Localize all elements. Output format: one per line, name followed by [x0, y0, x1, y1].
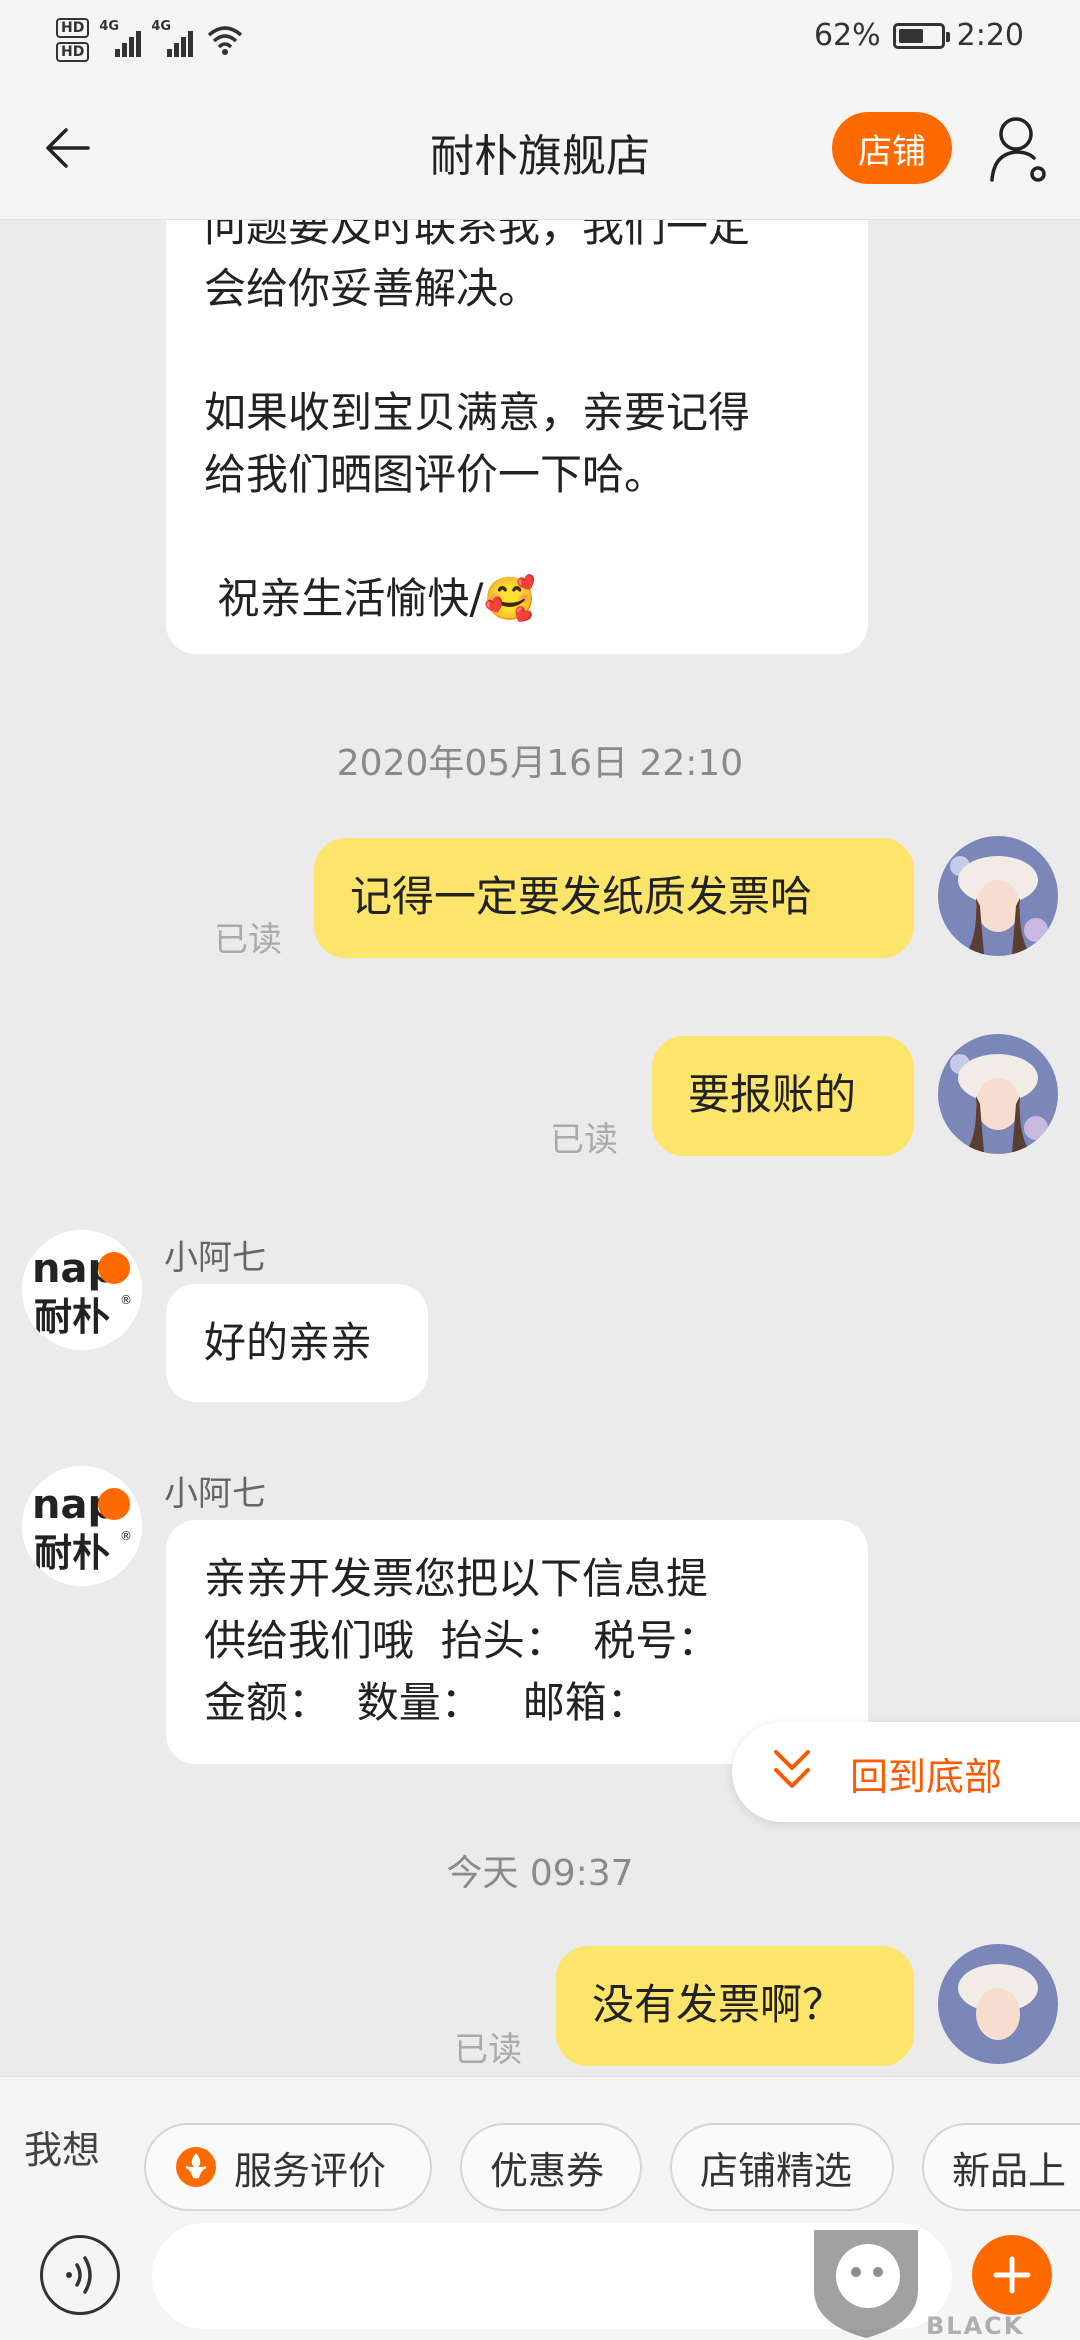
battery-icon — [892, 22, 950, 49]
network-type-1: 4G — [99, 19, 120, 34]
logo-cn-text: 耐朴 — [34, 1295, 110, 1339]
chip-new-arrivals[interactable]: 新品上 — [922, 2123, 1080, 2211]
clock: 2:20 — [956, 18, 1024, 53]
message-bubble-mine: 记得一定要发纸质发票哈 — [314, 838, 914, 958]
avatar-photo — [938, 836, 1058, 956]
wifi-icon — [208, 26, 243, 55]
chip-coupons[interactable]: 优惠券 — [460, 2123, 642, 2211]
chip-store-picks[interactable]: 店铺精选 — [670, 2123, 894, 2211]
back-to-bottom-label: 回到底部 — [850, 1755, 1003, 1799]
user-avatar[interactable] — [938, 1944, 1058, 2064]
hd-badge-2: HD — [56, 42, 90, 62]
chip-label: 店铺精选 — [700, 2148, 853, 2193]
sender-name: 小阿七 — [164, 1238, 266, 1278]
message-text: 问题要及时联系我，我们一定 会给你妥善解决。 如果收到宝贝满意，亲要记得 给我们… — [204, 220, 751, 623]
shop-logo-icon: nap 耐朴 ® — [22, 1466, 142, 1586]
battery-level — [898, 28, 924, 43]
shop-avatar[interactable]: nap 耐朴 ® — [22, 1230, 142, 1350]
message-text: 要报账的 — [688, 1070, 857, 1119]
signal-1-icon: 4G — [99, 19, 142, 57]
quick-actions: 我想 服务评价 优惠券 店铺精选 新品上 — [0, 2099, 1080, 2211]
logo-mark: ® — [120, 1529, 132, 1543]
shop-logo-icon: nap 耐朴 ® — [22, 1230, 142, 1350]
watermark-text: BLACK CAT — [926, 2312, 1025, 2340]
chip-service-review[interactable]: 服务评价 — [144, 2123, 432, 2211]
message-bubble-shop: 问题要及时联系我，我们一定 会给你妥善解决。 如果收到宝贝满意，亲要记得 给我们… — [166, 220, 868, 654]
voice-icon — [66, 2256, 92, 2294]
status-left: HD HD 4G 4G — [56, 18, 245, 62]
battery-percent: 62% — [813, 18, 881, 53]
read-status: 已读 — [454, 2030, 522, 2070]
chip-label: 新品上 — [952, 2148, 1067, 2193]
message-bubble-shop: 好的亲亲 — [166, 1284, 428, 1402]
network-type-2: 4G — [151, 19, 172, 34]
read-status: 已读 — [550, 1120, 618, 1160]
sender-name: 小阿七 — [164, 1474, 266, 1514]
read-status: 已读 — [214, 920, 282, 960]
chat-header: 耐朴旗舰店 店铺 — [0, 78, 1080, 220]
user-avatar[interactable] — [938, 836, 1058, 956]
chip-label: 优惠券 — [490, 2148, 605, 2193]
avatar-photo — [938, 1034, 1058, 1154]
voice-button[interactable] — [40, 2235, 120, 2315]
message-text: 亲亲开发票您把以下信息提 供给我们哦 抬头： 税号： 金额： 数量： 邮箱： — [204, 1554, 720, 1727]
logo-mark: ® — [120, 1293, 132, 1307]
logo-cn-text: 耐朴 — [34, 1531, 110, 1575]
message-bubble-mine: 要报账的 — [652, 1036, 914, 1156]
hd-badge-1: HD — [56, 18, 90, 38]
message-bubble-mine: 没有发票啊？ — [556, 1946, 914, 2066]
shop-button[interactable]: 店铺 — [832, 112, 952, 184]
watermark-logo: BLACK CAT — [806, 2220, 1080, 2340]
message-text: 没有发票啊？ — [592, 1980, 845, 2029]
quick-actions-label: 我想 — [24, 2128, 101, 2172]
status-right: 62% 2:20 — [814, 18, 1024, 53]
message-text: 记得一定要发纸质发票哈 — [350, 872, 813, 921]
user-settings-icon[interactable] — [988, 112, 1052, 188]
signal-2-icon: 4G — [151, 19, 194, 57]
hd-indicators: HD HD — [56, 18, 90, 62]
status-bar: HD HD 4G 4G 62% 2:20 — [0, 0, 1080, 78]
service-review-icon — [176, 2147, 216, 2187]
avatar-photo — [938, 1944, 1058, 2064]
cat-shield-icon — [814, 2230, 918, 2338]
timestamp: 2020年05月16日 22:10 — [336, 743, 744, 784]
timestamp: 今天 09:37 — [446, 1853, 634, 1894]
back-to-bottom-button[interactable]: 回到底部 — [732, 1722, 1080, 1822]
shop-avatar[interactable]: nap 耐朴 ® — [22, 1466, 142, 1586]
double-chevron-down-icon — [774, 1750, 810, 1788]
message-text: 好的亲亲 — [204, 1318, 373, 1367]
user-avatar[interactable] — [938, 1034, 1058, 1154]
chip-label: 服务评价 — [234, 2148, 387, 2193]
